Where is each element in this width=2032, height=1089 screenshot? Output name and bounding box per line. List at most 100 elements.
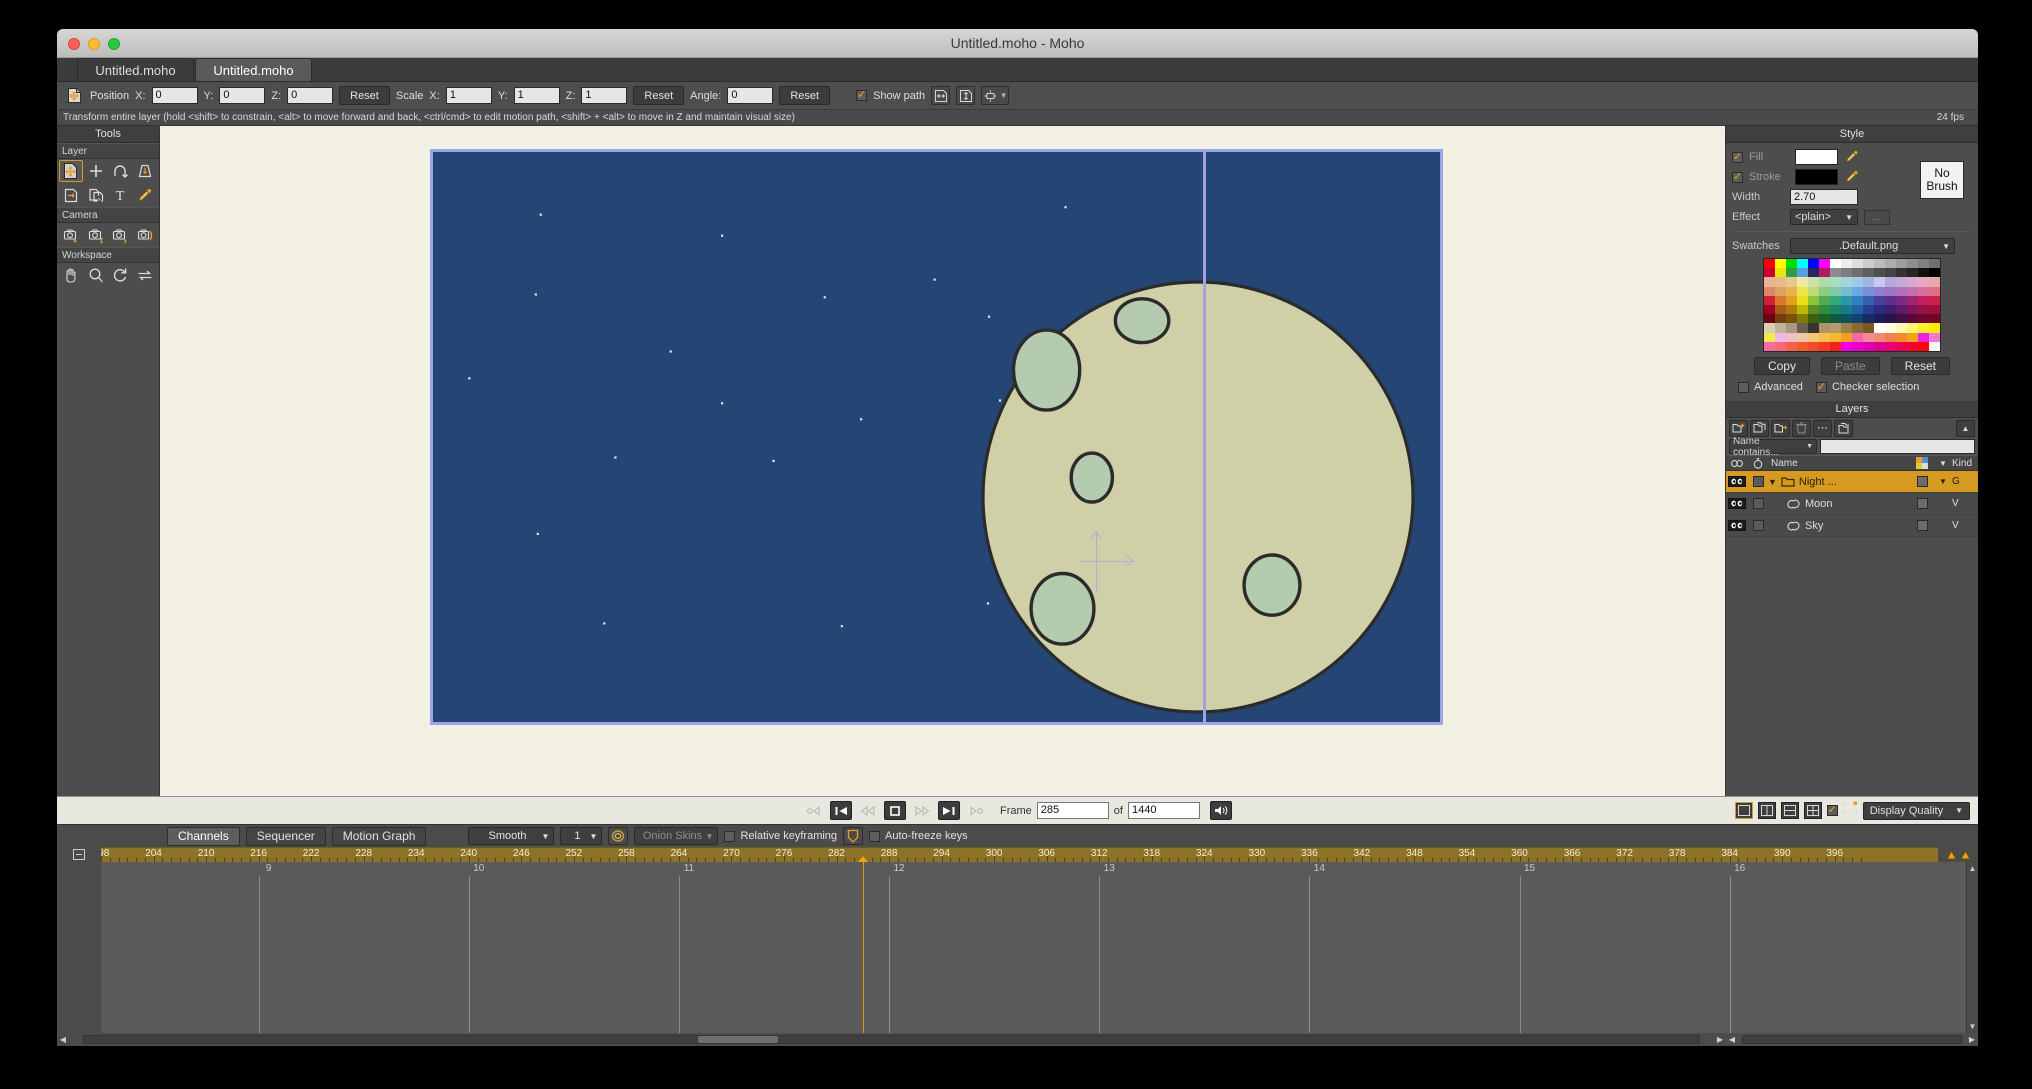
scale-z-input[interactable]: 1	[581, 87, 627, 104]
color-swatch[interactable]	[1786, 268, 1797, 277]
layer-name-cell[interactable]: Moon	[1768, 498, 1910, 510]
color-swatch[interactable]	[1797, 305, 1808, 314]
layer-visibility-toggle[interactable]	[1726, 498, 1748, 509]
color-swatch[interactable]	[1852, 342, 1863, 351]
scale-y-input[interactable]: 1	[514, 87, 560, 104]
color-swatch[interactable]	[1874, 287, 1885, 296]
color-swatch[interactable]	[1819, 323, 1830, 332]
color-swatch[interactable]	[1841, 296, 1852, 305]
color-swatch[interactable]	[1885, 277, 1896, 286]
color-swatch[interactable]	[1874, 305, 1885, 314]
color-swatch[interactable]	[1775, 305, 1786, 314]
play-button[interactable]	[938, 801, 960, 820]
color-swatch[interactable]	[1907, 287, 1918, 296]
color-swatch[interactable]	[1819, 287, 1830, 296]
display-quality-dropdown[interactable]: Display Quality ▼	[1863, 802, 1970, 820]
color-swatch[interactable]	[1852, 333, 1863, 342]
set-origin-tool[interactable]	[84, 184, 108, 206]
scroll-left-arrow-icon[interactable]: ◀	[57, 1035, 69, 1044]
scroll-down-arrow-icon[interactable]: ▼	[1969, 1022, 1977, 1031]
timeline-vertical-scrollbar[interactable]: ▲ ▼	[1966, 862, 1978, 1033]
color-swatch[interactable]	[1929, 305, 1940, 314]
total-frames-input[interactable]: 1440	[1128, 802, 1200, 819]
next-keyframe-button[interactable]	[965, 801, 987, 820]
color-swatch[interactable]	[1830, 287, 1841, 296]
position-x-input[interactable]: 0	[152, 87, 198, 104]
tab-channels[interactable]: Channels	[167, 827, 240, 846]
color-swatch[interactable]	[1874, 342, 1885, 351]
color-swatch[interactable]	[1852, 296, 1863, 305]
tab-motion-graph[interactable]: Motion Graph	[332, 827, 427, 846]
color-swatch[interactable]	[1918, 259, 1929, 268]
moon-crater[interactable]	[1014, 330, 1080, 410]
color-swatch[interactable]	[1918, 296, 1929, 305]
document-tab-2[interactable]: Untitled.moho	[195, 58, 312, 81]
reset-workspace-tool[interactable]	[133, 264, 157, 286]
timeline-horizontal-scrollbar[interactable]	[83, 1035, 1700, 1044]
scroll-right-arrow-icon[interactable]: ▶	[1714, 1035, 1726, 1044]
color-swatch[interactable]	[1918, 268, 1929, 277]
color-swatch[interactable]	[1830, 259, 1841, 268]
color-swatch[interactable]	[1918, 287, 1929, 296]
color-swatch[interactable]	[1841, 305, 1852, 314]
view-single-button[interactable]	[1735, 802, 1753, 819]
color-swatch[interactable]	[1775, 342, 1786, 351]
angle-input[interactable]: 0	[727, 87, 773, 104]
color-swatch[interactable]	[1797, 259, 1808, 268]
color-swatch[interactable]	[1852, 268, 1863, 277]
trash-icon[interactable]	[1792, 420, 1811, 437]
color-swatch[interactable]	[1797, 323, 1808, 332]
color-swatch[interactable]	[1907, 305, 1918, 314]
color-swatch[interactable]	[1896, 296, 1907, 305]
eyedropper-tool[interactable]	[133, 184, 157, 206]
view-two-col-button[interactable]	[1758, 802, 1776, 819]
color-swatch[interactable]	[1786, 314, 1797, 323]
layer-color-box[interactable]	[1910, 498, 1934, 509]
color-swatch[interactable]	[1907, 259, 1918, 268]
color-swatch[interactable]	[1786, 277, 1797, 286]
timeline-ruler-left-gutter[interactable]	[57, 847, 101, 862]
color-swatch[interactable]	[1808, 277, 1819, 286]
color-swatch[interactable]	[1764, 287, 1775, 296]
layer-filter-dropdown[interactable]: Name contains... ▼	[1729, 439, 1817, 454]
step-forward-button[interactable]	[911, 801, 933, 820]
rotate-workspace-tool[interactable]	[109, 264, 133, 286]
moon-crater[interactable]	[1071, 453, 1112, 502]
color-swatch[interactable]	[1929, 296, 1940, 305]
color-swatch[interactable]	[1841, 277, 1852, 286]
selection-bounds-icon[interactable]	[1843, 801, 1858, 820]
color-swatch[interactable]	[1885, 333, 1896, 342]
effect-more-button[interactable]: ...	[1864, 210, 1890, 225]
right-dock-scrollbar[interactable]	[1742, 1035, 1962, 1044]
swatches-dropdown[interactable]: .Default.png ▼	[1790, 238, 1955, 254]
no-brush-button[interactable]: No Brush	[1920, 161, 1964, 199]
color-swatch[interactable]	[1786, 287, 1797, 296]
color-swatch[interactable]	[1907, 323, 1918, 332]
color-swatch[interactable]	[1863, 296, 1874, 305]
layer-name-cell[interactable]: Sky	[1768, 520, 1910, 532]
color-swatch[interactable]	[1764, 342, 1775, 351]
color-swatch[interactable]	[1764, 314, 1775, 323]
new-layer-button[interactable]	[1729, 420, 1748, 437]
window-controls[interactable]	[68, 38, 120, 50]
reset-position-button[interactable]: Reset	[339, 86, 390, 105]
color-swatch[interactable]	[1830, 333, 1841, 342]
canvas-area[interactable]	[160, 126, 1726, 796]
color-swatch[interactable]	[1929, 287, 1940, 296]
color-swatch[interactable]	[1918, 333, 1929, 342]
color-swatch[interactable]	[1819, 305, 1830, 314]
layer-visibility-toggle[interactable]	[1726, 520, 1748, 531]
fill-checkbox[interactable]	[1732, 152, 1743, 163]
color-swatch[interactable]	[1874, 259, 1885, 268]
layer-color-box[interactable]	[1910, 476, 1934, 487]
color-swatch[interactable]	[1885, 287, 1896, 296]
zoom-camera-tool[interactable]	[84, 224, 108, 246]
color-swatch[interactable]	[1852, 323, 1863, 332]
color-swatch[interactable]	[1786, 296, 1797, 305]
color-swatch[interactable]	[1797, 277, 1808, 286]
color-swatch[interactable]	[1841, 323, 1852, 332]
color-swatch[interactable]	[1907, 314, 1918, 323]
view-two-row-button[interactable]	[1781, 802, 1799, 819]
reset-angle-button[interactable]: Reset	[779, 86, 830, 105]
zoom-workspace-tool[interactable]	[84, 264, 108, 286]
